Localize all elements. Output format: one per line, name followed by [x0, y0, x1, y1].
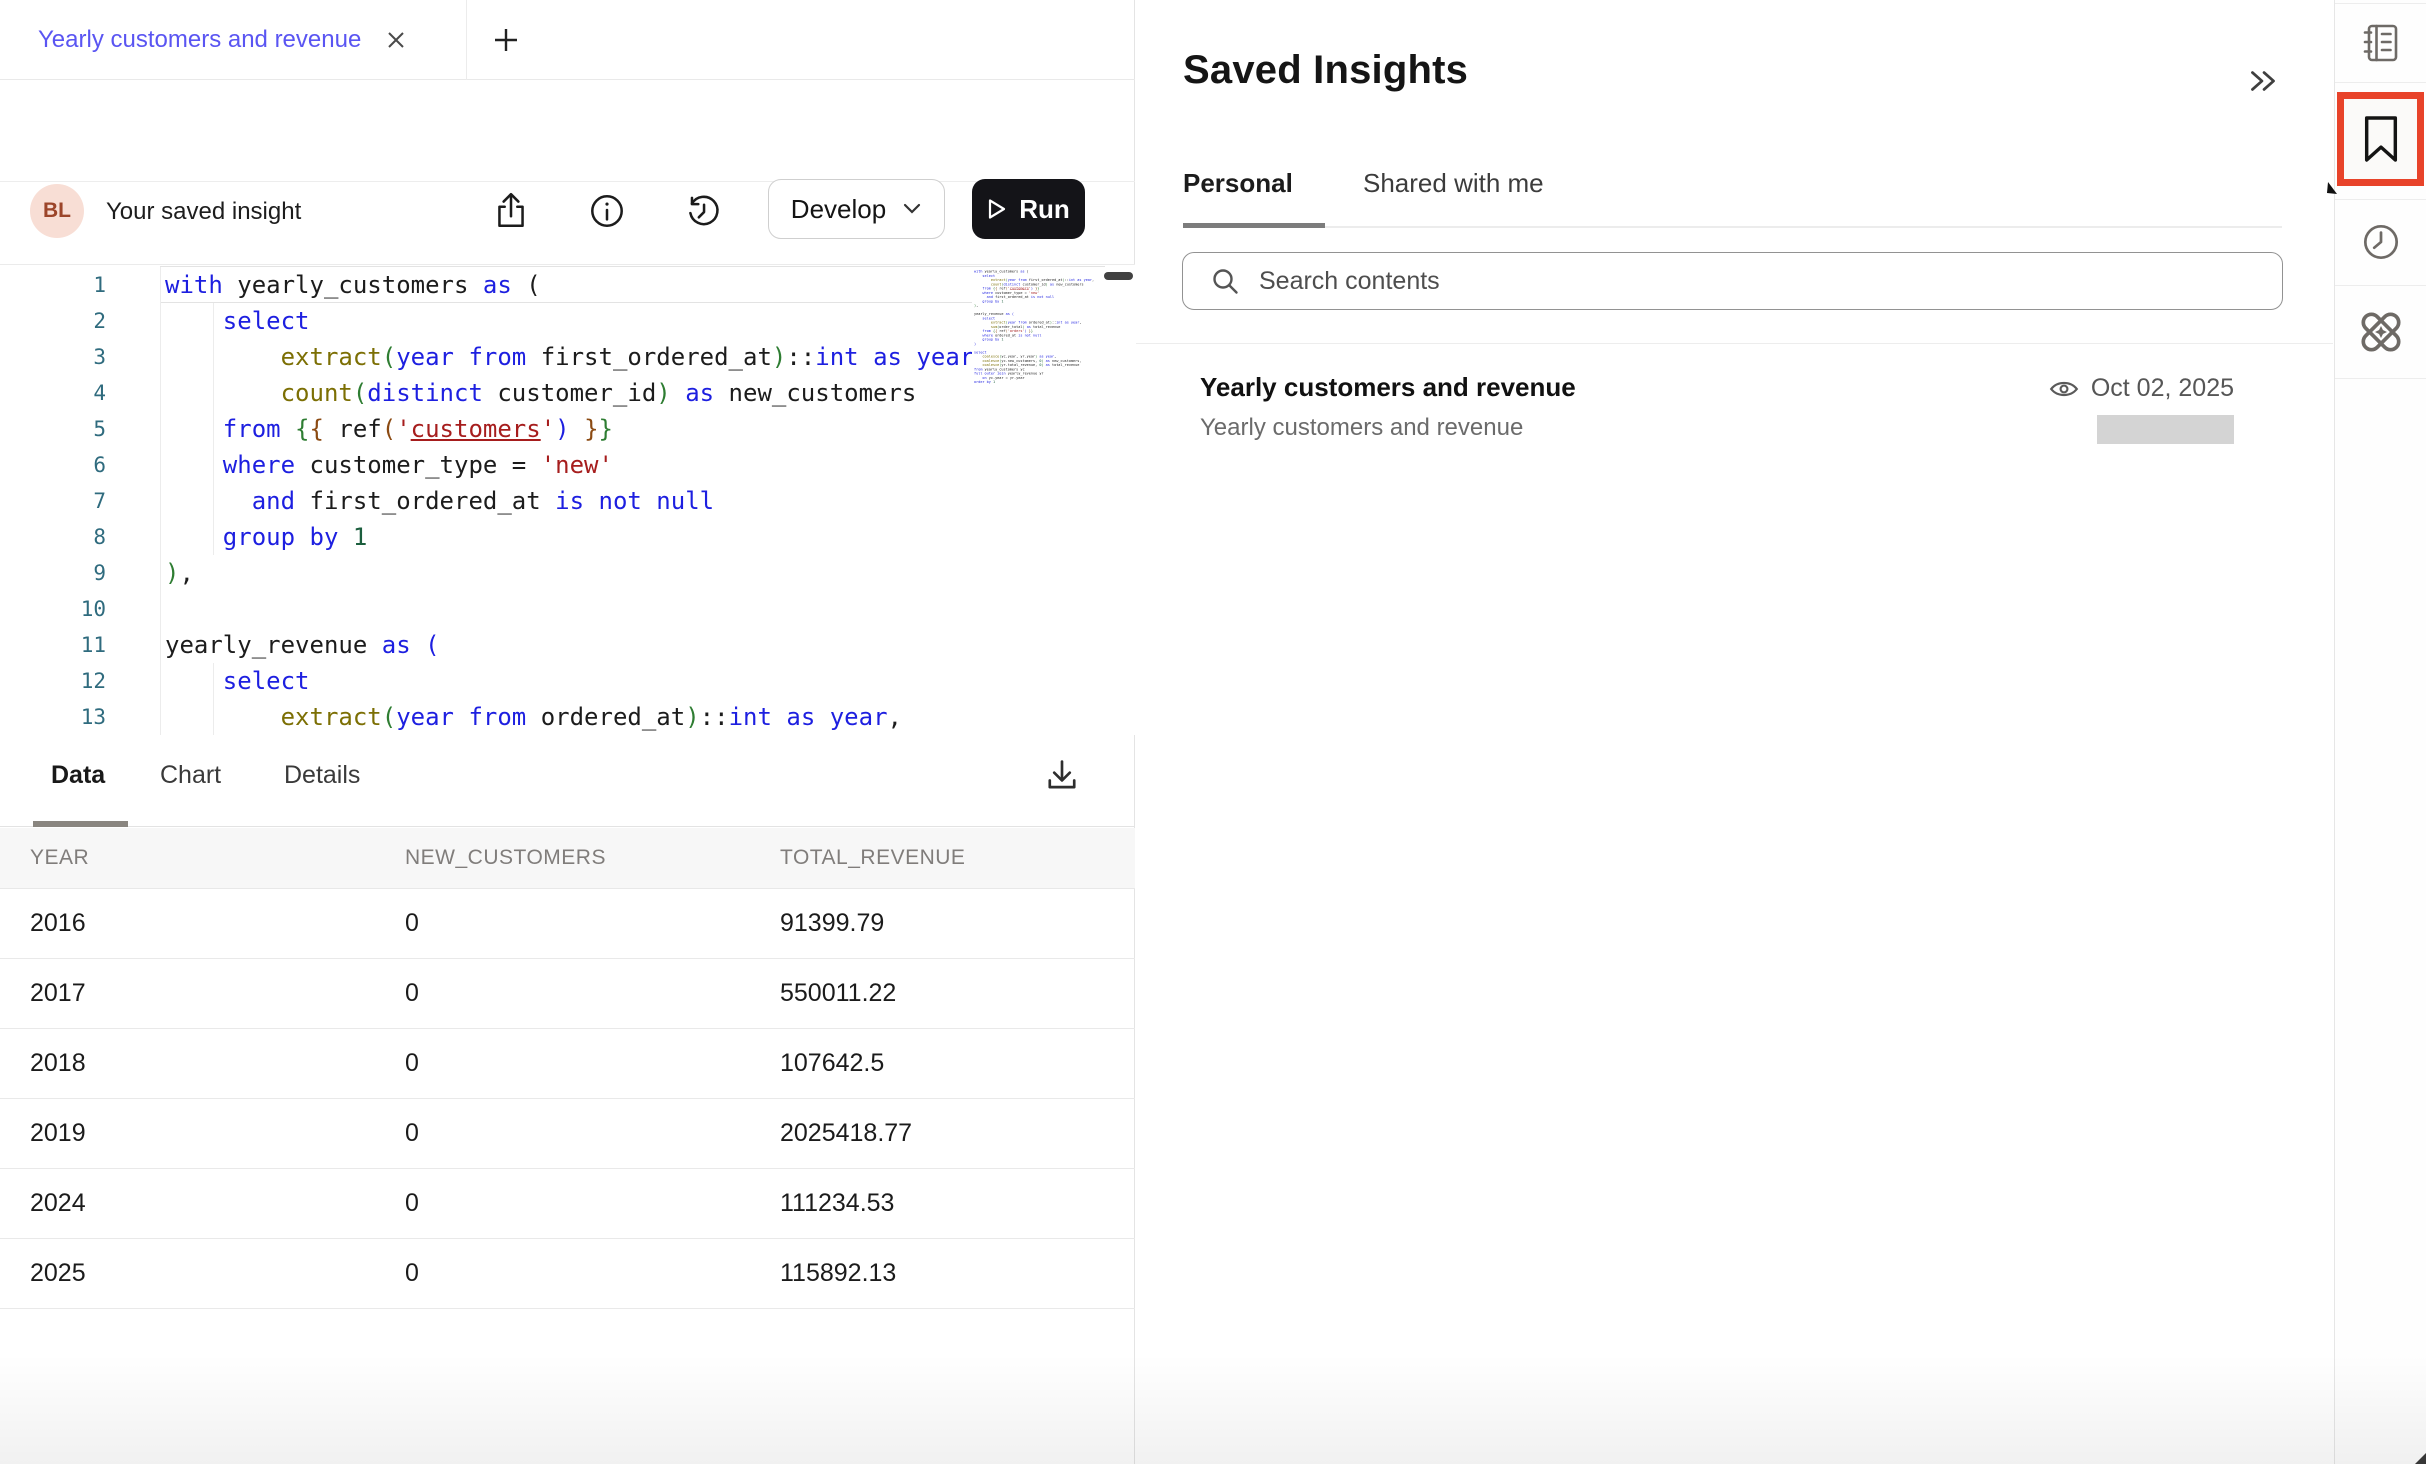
table-row: 20240111234.53 [0, 1169, 1135, 1239]
column-header-total-revenue: TOTAL_REVENUE [780, 846, 1135, 870]
tabs-divider [1183, 226, 2282, 228]
table-cell: 0 [405, 909, 780, 938]
line-number: 10 [0, 591, 106, 627]
editor-minimap[interactable]: with yearly_customers as ( select extrac… [972, 267, 1133, 733]
line-number: 7 [0, 483, 106, 519]
table-row: 2016091399.79 [0, 889, 1135, 959]
line-number: 12 [0, 663, 106, 699]
app-window: Yearly customers and revenue BL Your sav… [0, 0, 2426, 1464]
bookmark-icon [2360, 114, 2402, 164]
side-icon-rail [2334, 0, 2426, 1464]
line-number: 5 [0, 411, 106, 447]
plus-icon [491, 25, 521, 55]
table-cell: 111234.53 [780, 1189, 1135, 1218]
insight-meta: Oct 02, 2025 [2049, 374, 2234, 403]
notebook-icon [2359, 21, 2403, 65]
table-cell: 0 [405, 1259, 780, 1288]
table-cell: 0 [405, 1049, 780, 1078]
insight-title: Yearly customers and revenue [1200, 372, 1576, 403]
line-number: 4 [0, 375, 106, 411]
table-cell: 2017 [30, 979, 405, 1008]
tab-chart[interactable]: Chart [160, 761, 221, 790]
tab-details[interactable]: Details [284, 761, 360, 790]
table-header-row: YEAR NEW_CUSTOMERS TOTAL_REVENUE [0, 828, 1135, 889]
search-input[interactable] [1259, 267, 2159, 296]
close-icon[interactable] [383, 27, 409, 53]
table-cell: 2025 [30, 1259, 405, 1288]
table-row: 20250115892.13 [0, 1239, 1135, 1309]
table-cell: 550011.22 [780, 979, 1135, 1008]
new-tab-button[interactable] [488, 22, 524, 58]
line-number: 8 [0, 519, 106, 555]
clock-rail-button[interactable] [2335, 199, 2426, 285]
clock-icon [2358, 219, 2404, 265]
line-number: 9 [0, 555, 106, 591]
table-cell: 2024 [30, 1189, 405, 1218]
download-button[interactable] [1038, 752, 1086, 800]
eye-icon [2049, 378, 2079, 400]
statusbar: Query completed in 4s Environment: PROD … [0, 182, 1135, 265]
minimap-line: order by 1 [974, 380, 1133, 384]
insight-header: BL Your saved insight [0, 80, 1135, 182]
line-number: 13 [0, 699, 106, 735]
table-cell: 115892.13 [780, 1259, 1135, 1288]
line-number: 11 [0, 627, 106, 663]
table-cell: 91399.79 [780, 909, 1135, 938]
line-number: 3 [0, 339, 106, 375]
tab-shared-with-me[interactable]: Shared with me [1363, 168, 1544, 199]
compass-icon [2355, 306, 2407, 358]
insight-subtitle: Yearly customers and revenue [1200, 414, 1523, 442]
line-number: 6 [0, 447, 106, 483]
sql-editor[interactable]: 1234567891011121314151617181920212223242… [0, 265, 1135, 735]
tab-yearly-customers[interactable]: Yearly customers and revenue [0, 0, 467, 80]
column-header-new-customers: NEW_CUSTOMERS [405, 846, 780, 870]
table-cell: 0 [405, 1119, 780, 1148]
tab-personal[interactable]: Personal [1183, 168, 1293, 199]
active-tab-underline [1183, 223, 1325, 228]
search-contents-box[interactable] [1182, 252, 2283, 310]
tab-data[interactable]: Data [51, 761, 105, 790]
resize-corner-mark [2415, 1453, 2426, 1464]
list-divider [1136, 343, 2333, 344]
table-row: 201902025418.77 [0, 1099, 1135, 1169]
column-header-year: YEAR [30, 846, 405, 870]
table-cell: 2018 [30, 1049, 405, 1078]
panel-title: Saved Insights [1183, 48, 1468, 93]
table-row: 20170550011.22 [0, 959, 1135, 1029]
editor-tabbar: Yearly customers and revenue [0, 0, 1135, 80]
active-rail-highlight[interactable] [2337, 92, 2424, 186]
collapse-panel-button[interactable] [2244, 62, 2282, 100]
compass-rail-button[interactable] [2335, 285, 2426, 378]
table-row: 20180107642.5 [0, 1029, 1135, 1099]
tab-title: Yearly customers and revenue [38, 26, 361, 54]
table-cell: 107642.5 [780, 1049, 1135, 1078]
table-body: 2016091399.7920170550011.2220180107642.5… [0, 889, 1135, 1309]
rail-divider [2335, 82, 2426, 83]
notebook-rail-button[interactable] [2335, 3, 2426, 82]
query-panel: Yearly customers and revenue BL Your sav… [0, 0, 1135, 1464]
insight-list-item[interactable]: Yearly customers and revenue Oct 02, 202… [1136, 356, 2333, 466]
mouse-cursor [2325, 181, 2339, 197]
double-chevron-right-icon [2244, 62, 2282, 100]
editor-scrollbar-thumb[interactable] [1104, 272, 1133, 280]
line-number: 1 [0, 267, 106, 303]
results-tabbar: Data Chart Details [0, 735, 1135, 827]
loading-skeleton [2097, 415, 2234, 444]
search-icon [1209, 265, 1241, 297]
table-cell: 2025418.77 [780, 1119, 1135, 1148]
table-cell: 2019 [30, 1119, 405, 1148]
saved-insights-panel: Saved Insights Personal Shared with me Y… [1136, 0, 2333, 1464]
active-tab-underline [33, 821, 128, 827]
table-cell: 2016 [30, 909, 405, 938]
minimap-code: with yearly_customers as ( select extrac… [972, 267, 1133, 384]
table-cell: 0 [405, 979, 780, 1008]
table-cell: 0 [405, 1189, 780, 1218]
line-number: 2 [0, 303, 106, 339]
rail-divider [2335, 378, 2426, 379]
download-icon [1042, 756, 1082, 796]
insight-date: Oct 02, 2025 [2091, 374, 2234, 403]
line-number-gutter: 1234567891011121314151617181920212223242… [0, 267, 106, 735]
